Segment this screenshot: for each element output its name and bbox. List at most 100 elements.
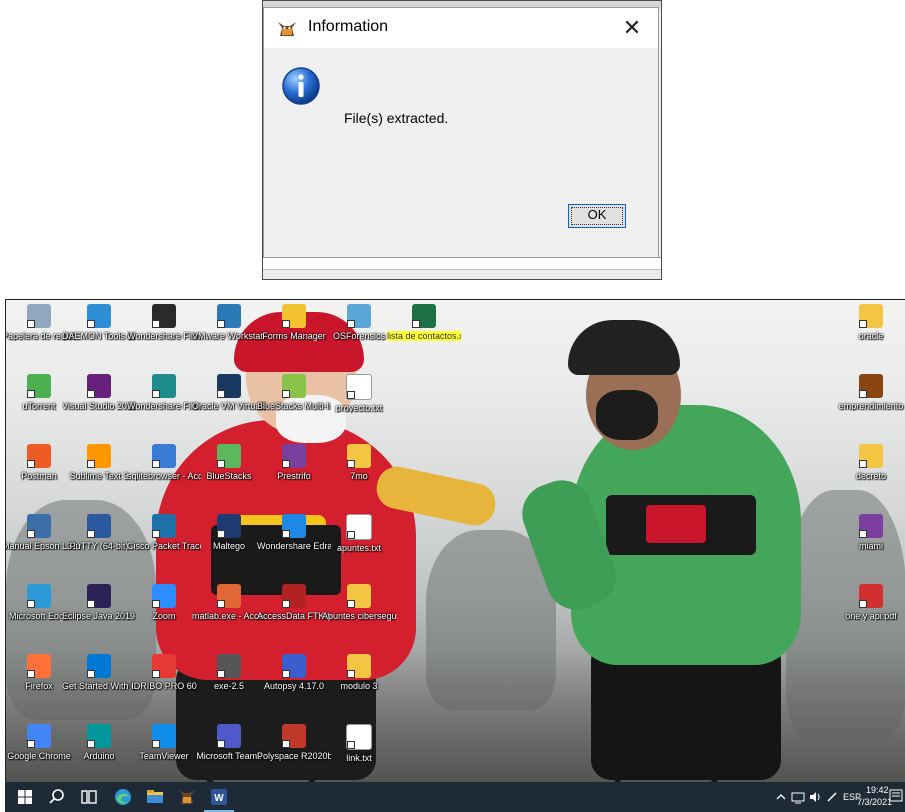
cat-app-icon[interactable] — [175, 785, 199, 809]
clock-date[interactable]: 7/3/2021 — [857, 797, 892, 807]
visual-studio-icon — [87, 374, 111, 398]
vmware-icon — [217, 304, 241, 328]
shortcut-arrow-icon — [282, 320, 290, 328]
desktop-icon[interactable]: miami — [834, 514, 905, 576]
desktop-icon-label: Apuntes ciberseguridad — [322, 611, 396, 621]
maltego-icon — [217, 514, 241, 538]
svg-text:W: W — [214, 793, 224, 804]
shortcut-arrow-icon — [27, 670, 35, 678]
desktop-icon[interactable]: lista de contactos.xlsx — [387, 304, 461, 366]
desktop-icon[interactable]: DAEMON Tools Lite — [62, 304, 136, 366]
desktop-icon[interactable]: Arduino — [62, 724, 136, 786]
desktop-icon[interactable]: Autopsy 4.17.0 — [257, 654, 331, 716]
clock-time[interactable]: 19:42 — [866, 785, 889, 795]
desktop-icon[interactable]: Apuntes ciberseguridad — [322, 584, 396, 646]
desktop-icon[interactable]: VMware Workstation Pro — [192, 304, 266, 366]
ok-button[interactable]: OK — [568, 204, 626, 228]
desktop-icon[interactable]: Sublime Text 3 — [62, 444, 136, 506]
desktop-icon[interactable]: OSForensics — [322, 304, 396, 366]
desktop-icon[interactable]: Oracle VM VirtualBox — [192, 374, 266, 436]
shortcut-arrow-icon — [282, 600, 290, 608]
desktop-icon[interactable]: matlab.exe - Acceso directo — [192, 584, 266, 646]
desktop-icon-label: oracle — [858, 331, 884, 341]
desktop-icon[interactable]: link.txt — [322, 724, 396, 786]
desktop-icon[interactable]: exe-2.5 — [192, 654, 266, 716]
postman-icon — [27, 444, 51, 468]
prestrifo-icon — [282, 444, 306, 468]
network-icon[interactable] — [791, 790, 805, 804]
desktop-icon[interactable]: Forms Manager — [257, 304, 331, 366]
desktop-icon-label: 7mo — [350, 471, 368, 481]
shortcut-arrow-icon — [282, 390, 290, 398]
desktop-icon[interactable]: Cisco Packet Tracer — [127, 514, 201, 576]
desktop-icon[interactable]: Polyspace R2020b — [257, 724, 331, 786]
shortcut-arrow-icon — [87, 600, 95, 608]
putty-icon — [87, 514, 111, 538]
desktop-icon[interactable]: sqlitebrowser - Acceso directo — [127, 444, 201, 506]
desktop-icon[interactable]: one y api.pdf — [834, 584, 905, 646]
desktop-icon[interactable]: 7mo — [322, 444, 396, 506]
shortcut-arrow-icon — [87, 460, 95, 468]
desktop-icon[interactable]: modulo 3 — [322, 654, 396, 716]
volume-icon[interactable] — [808, 790, 822, 804]
desktop-icon-label: Wondershare EdrawMax — [257, 541, 331, 551]
zoom-icon — [152, 584, 176, 608]
search-icon[interactable] — [45, 785, 69, 809]
desktop-icon[interactable]: Eclipse Java 2019-03 — [62, 584, 136, 646]
desktop-icon-label: Autopsy 4.17.0 — [263, 681, 325, 691]
dialog-title: Information — [308, 18, 389, 35]
shortcut-arrow-icon — [152, 530, 160, 538]
desktop-icon[interactable]: apuntes.txt — [322, 514, 396, 576]
ftk-imager-icon — [282, 584, 306, 608]
desktop-icon[interactable]: Prestrifo — [257, 444, 331, 506]
desktop-icon[interactable]: oracle — [834, 304, 905, 366]
desktop-icon-label: matlab.exe - Acceso directo — [192, 611, 266, 621]
desktop-icon[interactable]: PuTTY (64-bit) — [62, 514, 136, 576]
pen-icon[interactable] — [825, 790, 839, 804]
desktop-icon[interactable]: AccessData FTK Imager — [257, 584, 331, 646]
shortcut-arrow-icon — [87, 320, 95, 328]
desktop-icon-label: Visual Studio 2015 — [62, 401, 136, 411]
desktop-icon-label: Cisco Packet Tracer — [127, 541, 201, 551]
desktop-icon-label: lista de contactos.xlsx — [387, 331, 461, 341]
desktop-icon[interactable]: Zoom — [127, 584, 201, 646]
desktop-icon[interactable]: proyecto.txt — [322, 374, 396, 436]
desktop-icon[interactable]: emprendimiento — [834, 374, 905, 436]
shortcut-arrow-icon — [217, 670, 225, 678]
desktop-icon[interactable]: Get Started With OneDrive... — [62, 654, 136, 716]
desktop-icon[interactable]: decreto — [834, 444, 905, 506]
task-view-icon[interactable] — [77, 785, 101, 809]
word-icon[interactable]: W — [207, 785, 231, 809]
desktop-icon[interactable]: BlueStacks — [192, 444, 266, 506]
shortcut-arrow-icon — [217, 320, 225, 328]
windows-start-icon[interactable] — [13, 785, 37, 809]
desktop-icon-label: Prestrifo — [277, 471, 311, 481]
pdf-icon — [859, 584, 883, 608]
desktop-icon[interactable]: Visual Studio 2015 — [62, 374, 136, 436]
desktop-icon-label: Wondershare Filmora9 — [127, 401, 201, 411]
desktop-icon[interactable]: Wondershare Filmora Scrn — [127, 304, 201, 366]
desktop-icon[interactable]: Maltego — [192, 514, 266, 576]
desktop-icon[interactable]: Wondershare EdrawMax — [257, 514, 331, 576]
shortcut-arrow-icon — [27, 740, 35, 748]
polyspace-icon — [282, 724, 306, 748]
desktop-icon[interactable]: IDRIBO PRO 60 — [127, 654, 201, 716]
notification-icon[interactable] — [889, 789, 903, 805]
desktop-icon[interactable]: Microsoft Teams — [192, 724, 266, 786]
desktop-icon-label: Eclipse Java 2019-03 — [62, 611, 136, 621]
close-icon[interactable]: ✕ — [618, 14, 646, 42]
desktop-icon-label: Microsoft Teams — [196, 751, 262, 761]
desktop-icon[interactable]: TeamViewer — [127, 724, 201, 786]
desktop-icon[interactable]: Wondershare Filmora9 — [127, 374, 201, 436]
desktop-icon[interactable]: BlueStacks Multi-Instan... — [257, 374, 331, 436]
folder-modulo-icon — [347, 654, 371, 678]
shortcut-arrow-icon — [859, 390, 867, 398]
shortcut-arrow-icon — [347, 531, 355, 539]
shortcut-arrow-icon — [87, 670, 95, 678]
desktop-icon-label: Sublime Text 3 — [69, 471, 129, 481]
desktop-icon-label: IDRIBO PRO 60 — [131, 681, 197, 691]
chevron-up-icon[interactable] — [775, 791, 787, 803]
edge-taskbar-icon[interactable] — [111, 785, 135, 809]
file-explorer-icon[interactable] — [143, 785, 167, 809]
manual-epson-icon — [27, 514, 51, 538]
